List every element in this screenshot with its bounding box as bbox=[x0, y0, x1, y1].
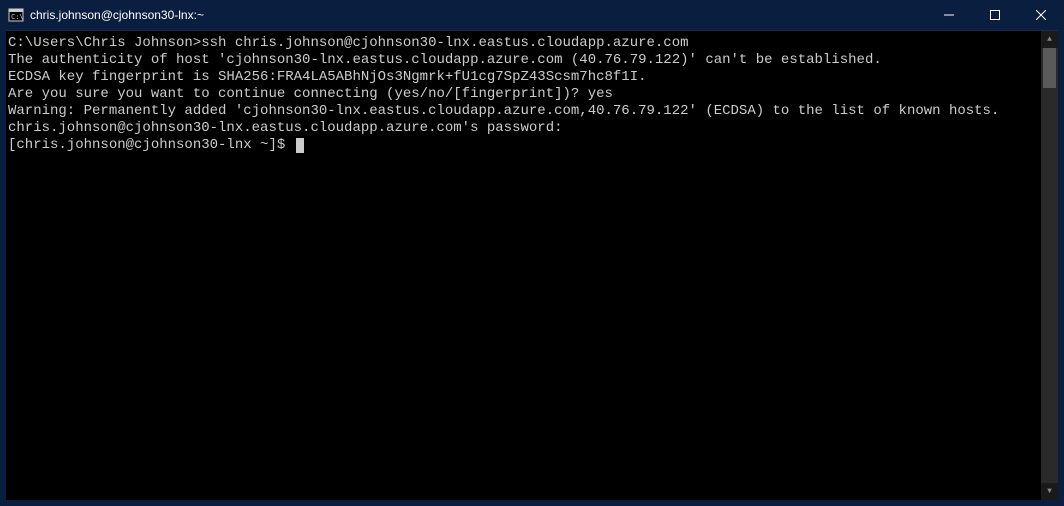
terminal-window: C:\ chris.johnson@cjohnson30-lnx:~ C:\Us… bbox=[0, 0, 1064, 506]
vertical-scrollbar[interactable]: ▲ ▼ bbox=[1041, 31, 1058, 500]
terminal-line: ECDSA key fingerprint is SHA256:FRA4LA5A… bbox=[8, 69, 1039, 86]
terminal-line: C:\Users\Chris Johnson>ssh chris.johnson… bbox=[8, 35, 1039, 52]
terminal-prompt-text: [chris.johnson@cjohnson30-lnx ~]$ bbox=[8, 137, 294, 153]
close-button[interactable] bbox=[1018, 0, 1064, 30]
window-title: chris.johnson@cjohnson30-lnx:~ bbox=[30, 8, 204, 22]
window-controls bbox=[926, 0, 1064, 30]
titlebar[interactable]: C:\ chris.johnson@cjohnson30-lnx:~ bbox=[0, 0, 1064, 30]
terminal-area: C:\Users\Chris Johnson>ssh chris.johnson… bbox=[6, 30, 1058, 500]
scroll-down-arrow[interactable]: ▼ bbox=[1041, 483, 1058, 500]
cursor bbox=[296, 138, 304, 153]
scrollbar-thumb[interactable] bbox=[1043, 48, 1056, 88]
terminal-line: The authenticity of host 'cjohnson30-lnx… bbox=[8, 52, 1039, 69]
scroll-up-arrow[interactable]: ▲ bbox=[1041, 31, 1058, 48]
terminal-line: chris.johnson@cjohnson30-lnx.eastus.clou… bbox=[8, 120, 1039, 137]
maximize-button[interactable] bbox=[972, 0, 1018, 30]
svg-text:C:\: C:\ bbox=[11, 13, 24, 21]
app-icon: C:\ bbox=[8, 7, 24, 23]
terminal-line: Warning: Permanently added 'cjohnson30-l… bbox=[8, 103, 1039, 120]
terminal-output[interactable]: C:\Users\Chris Johnson>ssh chris.johnson… bbox=[6, 31, 1041, 500]
terminal-prompt-line: [chris.johnson@cjohnson30-lnx ~]$ bbox=[8, 137, 1039, 154]
minimize-button[interactable] bbox=[926, 0, 972, 30]
terminal-line: Are you sure you want to continue connec… bbox=[8, 86, 1039, 103]
scrollbar-track[interactable] bbox=[1041, 48, 1058, 483]
